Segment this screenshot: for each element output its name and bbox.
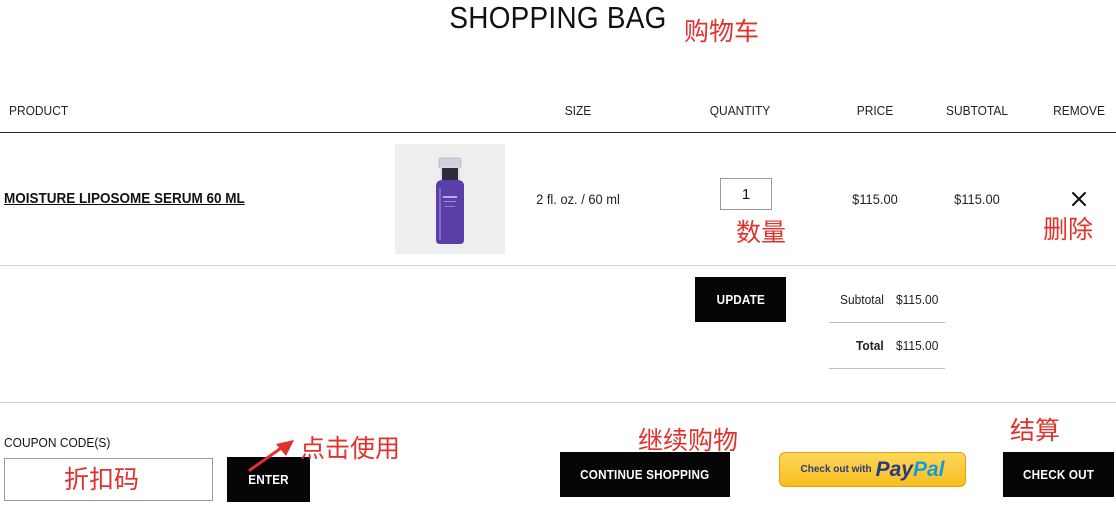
product-subtotal: $115.00 <box>954 191 1000 207</box>
annotation-remove: 删除 <box>1043 215 1094 244</box>
checkout-button[interactable]: CHECK OUT <box>1003 452 1114 497</box>
header-quantity: QUANTITY <box>709 103 771 118</box>
row-divider <box>0 265 1116 266</box>
product-name-link[interactable]: MOISTURE LIPOSOME SERUM 60 ML <box>4 190 245 207</box>
section-divider <box>0 402 1116 403</box>
arrow-icon <box>248 440 294 472</box>
paypal-checkout-button[interactable]: Check out with Pay Pal <box>779 452 966 487</box>
header-remove: REMOVE <box>1053 103 1105 118</box>
header-divider <box>0 132 1116 133</box>
product-price: $115.00 <box>852 191 898 207</box>
serum-bottle-image <box>436 157 464 244</box>
header-product: PRODUCT <box>9 103 69 118</box>
annotation-quantity: 数量 <box>736 218 787 247</box>
paypal-prefix: Check out with <box>800 464 872 475</box>
summary-total-value: $115.00 <box>896 338 939 353</box>
paypal-logo-pay: Pay <box>875 457 913 481</box>
summary-total-label: Total <box>856 338 884 353</box>
coupon-label: COUPON CODE(S) <box>4 435 111 450</box>
annotation-continue: 继续购物 <box>638 426 739 455</box>
summary-bottom-divider <box>829 368 945 369</box>
annotation-apply: 点击使用 <box>300 434 401 463</box>
remove-button[interactable] <box>1069 189 1089 209</box>
product-size: 2 fl. oz. / 60 ml <box>536 191 620 207</box>
page-title: SHOPPING BAG <box>449 0 667 35</box>
annotation-checkout: 结算 <box>1010 416 1061 445</box>
update-button-label: UPDATE <box>716 292 765 307</box>
paypal-logo-pal: Pal <box>912 457 945 481</box>
product-thumbnail[interactable] <box>395 144 505 254</box>
summary-subtotal-label: Subtotal <box>840 292 884 307</box>
annotation-coupon: 折扣码 <box>64 465 140 494</box>
summary-subtotal-value: $115.00 <box>896 292 939 307</box>
quantity-input[interactable] <box>720 178 772 210</box>
header-subtotal: SUBTOTAL <box>945 103 1009 118</box>
continue-shopping-label: CONTINUE SHOPPING <box>580 467 710 482</box>
update-button[interactable]: UPDATE <box>695 277 786 322</box>
checkout-button-label: CHECK OUT <box>1022 467 1095 482</box>
continue-shopping-button[interactable]: CONTINUE SHOPPING <box>560 452 730 497</box>
annotation-cart: 购物车 <box>684 17 760 46</box>
enter-button-label: ENTER <box>248 472 289 487</box>
close-icon <box>1072 192 1086 206</box>
header-size: SIZE <box>564 103 592 118</box>
summary-divider <box>829 322 945 323</box>
header-price: PRICE <box>856 103 894 118</box>
